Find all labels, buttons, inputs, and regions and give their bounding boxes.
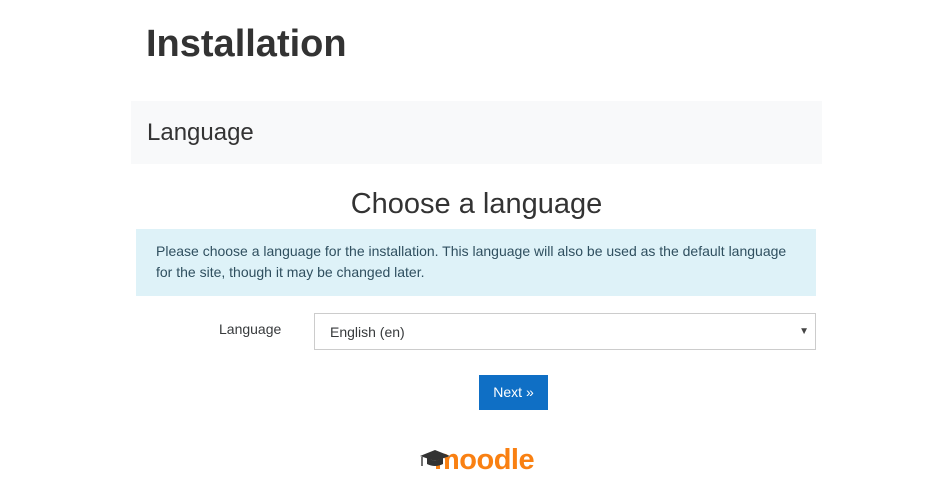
graduation-cap-icon <box>420 450 450 466</box>
next-button[interactable]: Next » <box>479 375 548 410</box>
page-title: Installation <box>146 23 347 65</box>
language-select[interactable]: English (en) ▼ <box>314 313 816 350</box>
language-select-value: English (en) <box>330 324 405 340</box>
dropdown-arrow-icon: ▼ <box>799 326 809 337</box>
moodle-logo: moodle <box>418 440 538 480</box>
section-header: Language <box>131 101 822 164</box>
section-header-label: Language <box>147 119 254 146</box>
info-alert: Please choose a language for the install… <box>136 229 816 296</box>
installation-page: Installation Language Choose a language … <box>0 0 952 500</box>
language-label: Language <box>219 321 282 337</box>
choose-language-heading: Choose a language <box>350 188 603 220</box>
